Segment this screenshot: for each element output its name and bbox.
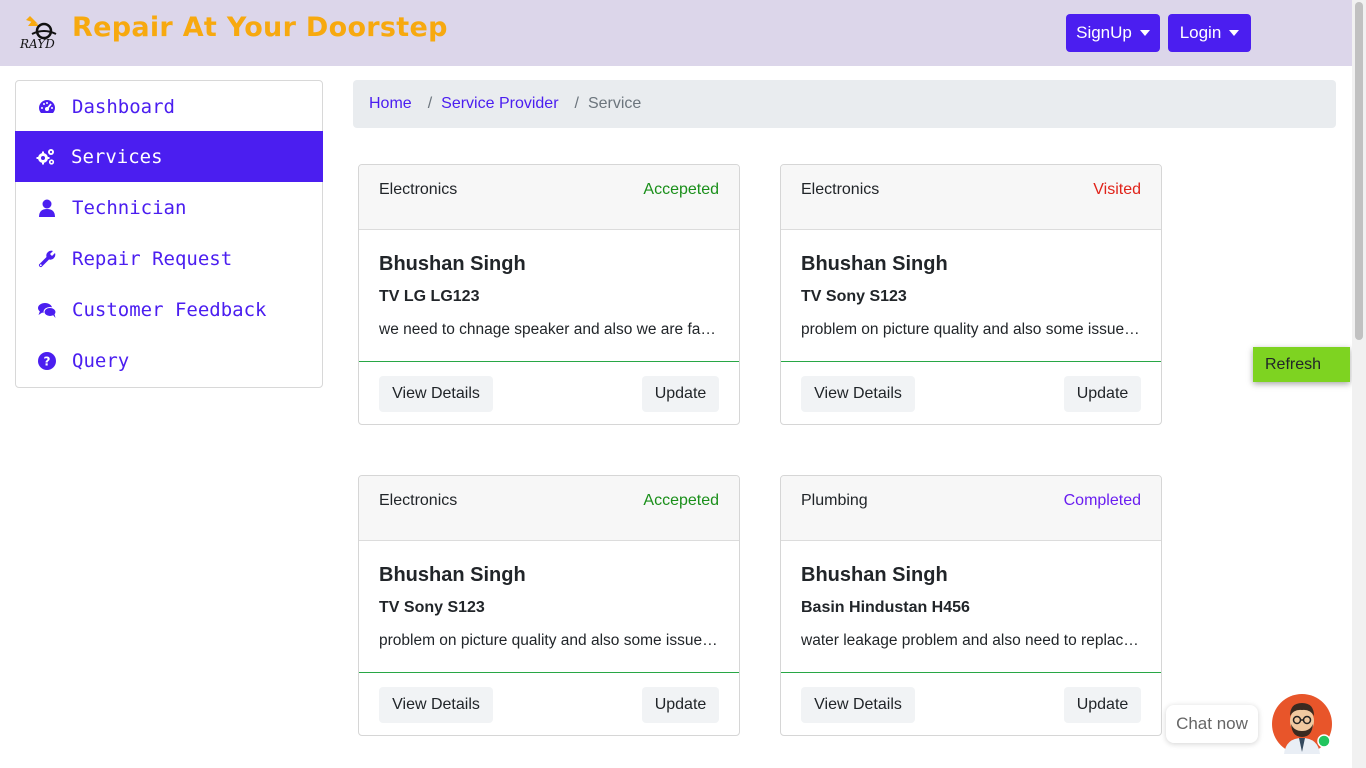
rayd-logo-icon[interactable]: RAYD [18, 14, 70, 52]
sidebar-item-label: Dashboard [72, 95, 175, 118]
caret-down-icon [1139, 30, 1150, 36]
view-details-button[interactable]: View Details [379, 687, 493, 723]
sidebar-item-label: Customer Feedback [72, 298, 267, 321]
update-button[interactable]: Update [642, 687, 719, 723]
service-card: Electronics Accepeted Bhushan Singh TV L… [358, 164, 740, 425]
card-header: Electronics Accepeted [359, 165, 739, 230]
card-footer: View Details Update [781, 361, 1161, 424]
problem-description: problem on picture quality and also some… [801, 321, 1143, 338]
status-badge: Accepeted [643, 492, 719, 509]
login-label: Login [1179, 23, 1222, 42]
breadcrumb-current: Service [587, 95, 642, 112]
login-dropdown-button[interactable]: Login [1168, 14, 1251, 52]
card-footer: View Details Update [781, 672, 1161, 735]
status-badge: Completed [1063, 492, 1141, 509]
signup-dropdown-button[interactable]: SignUp [1066, 14, 1160, 52]
card-header: Plumbing Completed [781, 476, 1161, 541]
problem-description: water leakage problem and also need to r… [801, 632, 1143, 649]
service-card: Electronics Visited Bhushan Singh TV Son… [780, 164, 1162, 425]
card-category: Electronics [379, 181, 458, 198]
comments-icon [36, 299, 58, 321]
breadcrumb-separator: / [574, 95, 579, 112]
card-category: Electronics [801, 181, 880, 198]
brand-title[interactable]: Repair At Your Doorstep [72, 12, 448, 43]
update-button[interactable]: Update [1064, 376, 1141, 412]
problem-description: problem on picture quality and also some… [379, 632, 721, 649]
sidebar-item-label: Technician [72, 196, 187, 219]
view-details-button[interactable]: View Details [801, 687, 915, 723]
device-name: TV LG LG123 [379, 288, 480, 305]
customer-name: Bhushan Singh [801, 253, 948, 275]
refresh-button[interactable]: Refresh [1253, 347, 1350, 382]
logo-text: RAYD [19, 37, 55, 51]
customer-name: Bhushan Singh [379, 564, 526, 586]
sidebar-item-customer-feedback[interactable]: Customer Feedback [16, 284, 322, 335]
update-button[interactable]: Update [642, 376, 719, 412]
sidebar-item-label: Repair Request [72, 247, 233, 270]
breadcrumb-service-provider-link[interactable]: Service Provider [441, 95, 558, 113]
user-icon [36, 197, 58, 219]
sidebar-item-dashboard[interactable]: Dashboard [16, 81, 322, 132]
dashboard-gauge-icon [36, 96, 58, 118]
signup-label: SignUp [1076, 23, 1132, 42]
gears-icon [35, 146, 57, 168]
device-name: TV Sony S123 [379, 599, 485, 616]
customer-name: Bhushan Singh [801, 564, 948, 586]
status-badge: Accepeted [643, 181, 719, 198]
customer-name: Bhushan Singh [379, 253, 526, 275]
card-footer: View Details Update [359, 672, 739, 735]
service-card: Electronics Accepeted Bhushan Singh TV S… [358, 475, 740, 736]
device-name: TV Sony S123 [801, 288, 907, 305]
page-scrollbar[interactable] [1352, 0, 1366, 768]
sidebar-item-label: Services [71, 145, 163, 168]
sidebar-item-services[interactable]: Services [15, 131, 323, 182]
scrollbar-thumb[interactable] [1355, 2, 1363, 340]
sidebar-item-label: Query [72, 349, 130, 372]
caret-down-icon [1229, 30, 1240, 36]
svg-text:?: ? [44, 354, 51, 368]
top-navbar: RAYD Repair At Your Doorstep SignUp Logi… [0, 0, 1352, 66]
sidebar-item-query[interactable]: ? Query [16, 335, 322, 386]
sidebar-nav: Dashboard Services Technician Repair Req… [15, 80, 323, 388]
view-details-button[interactable]: View Details [801, 376, 915, 412]
card-header: Electronics Accepeted [359, 476, 739, 541]
view-details-button[interactable]: View Details [379, 376, 493, 412]
sidebar-item-technician[interactable]: Technician [16, 182, 322, 233]
card-footer: View Details Update [359, 361, 739, 424]
breadcrumb-separator: / [427, 95, 433, 112]
device-name: Basin Hindustan H456 [801, 599, 970, 616]
status-badge: Visited [1093, 181, 1141, 198]
update-button[interactable]: Update [1064, 687, 1141, 723]
service-card: Plumbing Completed Bhushan Singh Basin H… [780, 475, 1162, 736]
card-category: Electronics [379, 492, 458, 509]
sidebar-item-repair-request[interactable]: Repair Request [16, 233, 322, 284]
wrench-icon [36, 248, 58, 270]
chat-agent-avatar-icon[interactable] [1272, 694, 1332, 754]
breadcrumb: Home / Service Provider / Service [353, 80, 1336, 128]
chat-now-bubble[interactable]: Chat now [1166, 705, 1258, 743]
card-category: Plumbing [801, 492, 868, 509]
card-header: Electronics Visited [781, 165, 1161, 230]
problem-description: we need to chnage speaker and also we ar… [379, 321, 721, 338]
question-circle-icon: ? [36, 350, 58, 372]
breadcrumb-home-link[interactable]: Home [369, 95, 412, 113]
